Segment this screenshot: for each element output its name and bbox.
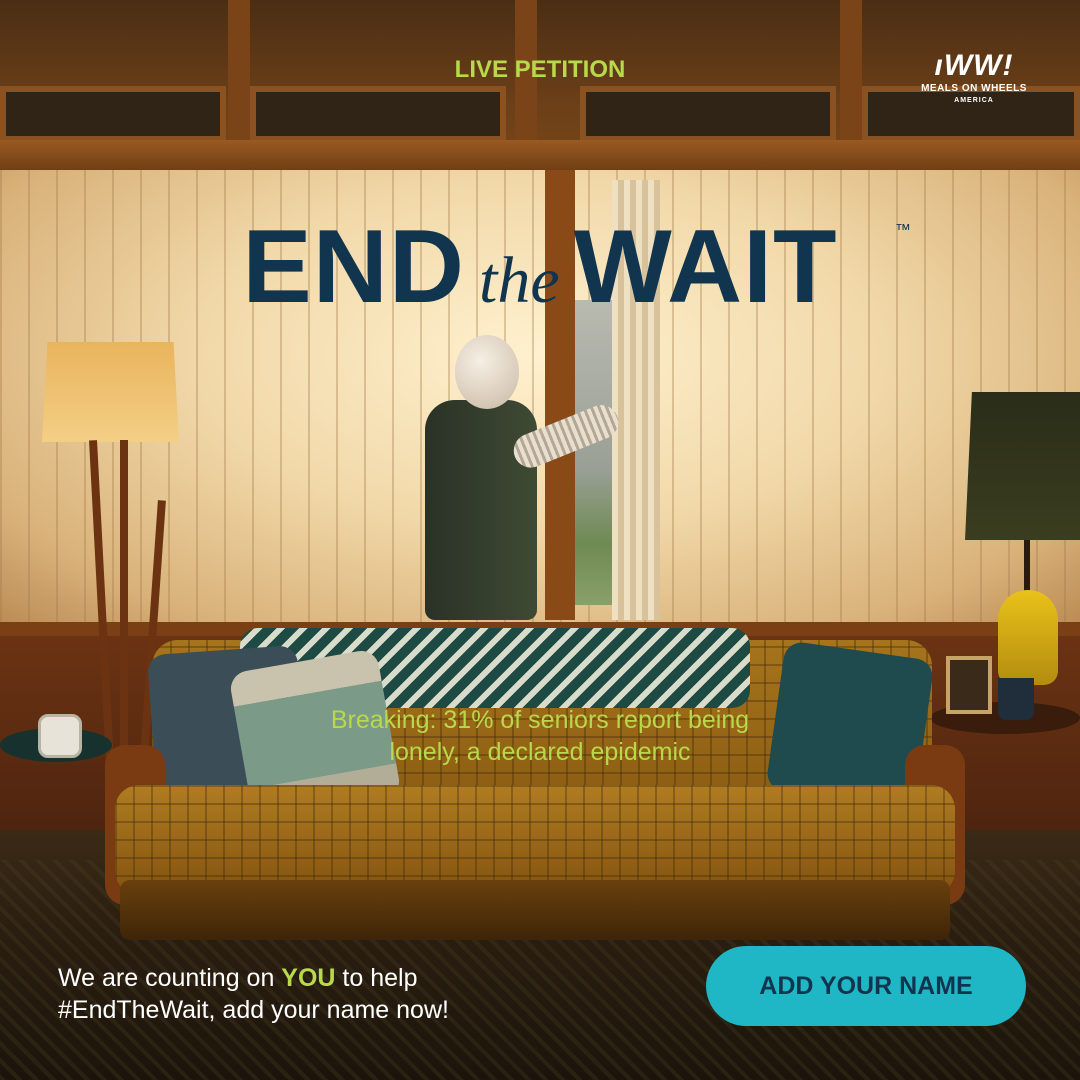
logo-subtitle: AMERICA [954,97,994,104]
transom-window [250,86,506,142]
cta-emphasis: YOU [281,964,336,992]
cta-message: We are counting on YOU to help #EndTheWa… [58,962,618,1026]
floor-lamp-shade [42,342,179,442]
title-wait: WAIT [573,209,838,325]
add-your-name-button[interactable]: ADD YOUR NAME [706,946,1026,1026]
breaking-stat: Breaking: 31% of seniors report being lo… [240,704,840,768]
title-the: the [478,244,560,317]
trademark-symbol: ™ [895,222,911,239]
meals-on-wheels-logo: ıWW! MEALS ON WHEELS AMERICA [916,50,1032,106]
couch-base [120,880,950,940]
campaign-title: END the WAIT [0,208,1080,327]
cta-line2: #EndTheWait, add your name now! [58,996,449,1024]
cta-line1: We are counting on YOU to help [58,962,618,994]
table-lamp-shade [965,392,1080,540]
logo-wordmark: MEALS ON WHEELS [921,83,1027,94]
table-lamp-base [998,590,1058,685]
transom-window [0,86,226,142]
transom-window [580,86,836,142]
cta-post: to help [335,964,418,992]
logo-mark: ıWW! [934,49,1014,82]
background-photo [0,0,1080,1080]
breaking-stat-line1: Breaking: 31% of seniors report being [330,706,750,734]
couch-seat [115,785,955,895]
wood-beam [0,140,1080,172]
alarm-clock [38,714,82,758]
cta-pre: We are counting on [58,964,282,992]
senior-man-head [455,335,519,409]
title-end: END [242,209,465,325]
table-lamp-stem [1024,540,1030,592]
coffee-mug [998,678,1034,720]
picture-frame [946,656,992,714]
breaking-stat-line2: lonely, a declared epidemic [389,738,691,766]
senior-man-body [425,400,537,620]
